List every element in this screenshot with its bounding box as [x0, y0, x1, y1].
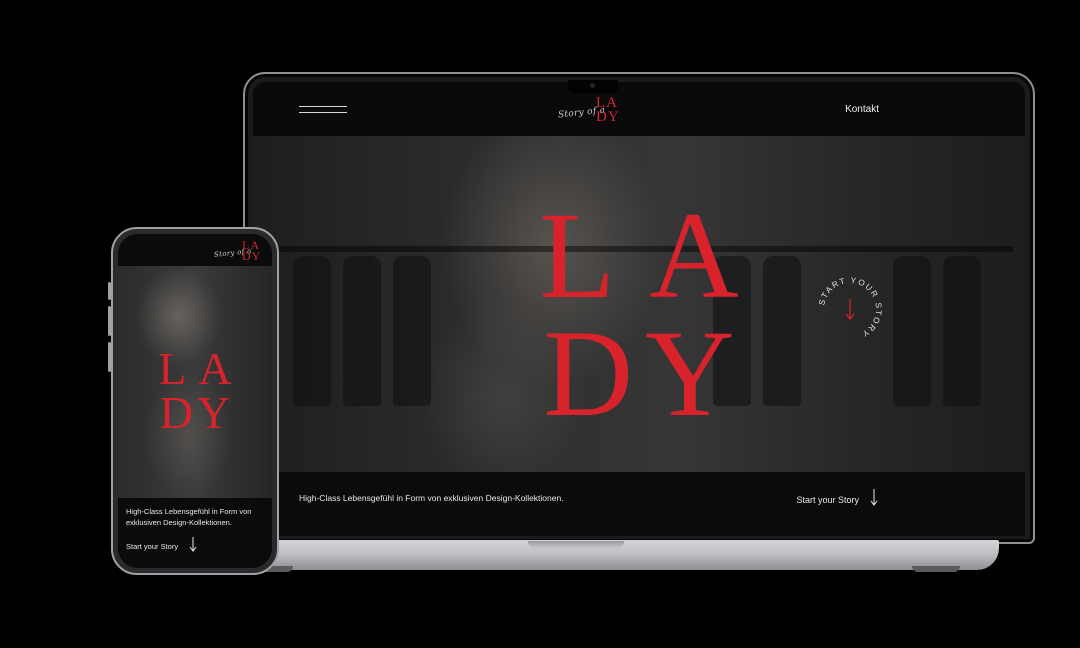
arrow-down-icon [845, 299, 855, 320]
hero-section: LA DY START YOUR STORY [253, 136, 1025, 472]
laptop-screen: Story of a LA DY Kontakt LA DY START YOU… [253, 82, 1025, 536]
mobile-site-logo[interactable]: Story of a LA DY [214, 239, 270, 266]
laptop-foot [912, 566, 960, 572]
mockup-stage: Story of a LA DY Kontakt LA DY START YOU… [0, 0, 1080, 648]
mobile-hero-title-line2: DY [159, 387, 235, 438]
hero-title-line1: LA [539, 187, 773, 324]
mobile-hero-tagline: High-Class Lebensgefühl in Form von exkl… [126, 507, 252, 527]
arrow-down-icon[interactable] [188, 536, 198, 552]
arrow-down-icon[interactable] [869, 488, 879, 506]
mobile-header: Story of a LA DY [118, 234, 272, 266]
logo-mark-line1: LA [596, 95, 618, 111]
phone-screen: Story of a LA DY LA DY High-Class Lebens… [118, 234, 272, 568]
start-story-badge[interactable]: START YOUR STORY [815, 274, 885, 344]
site-header: Story of a LA DY Kontakt [253, 82, 1025, 136]
logo-mark: LA DY [596, 95, 620, 125]
logo-mark-line2: DY [242, 249, 262, 263]
hero-tagline: High-Class Lebensgefühl in Form von exkl… [299, 493, 564, 503]
hero-footer: High-Class Lebensgefühl in Form von exkl… [253, 472, 1025, 536]
laptop-notch [568, 80, 618, 94]
nav-contact-link[interactable]: Kontakt [845, 104, 879, 115]
site-logo[interactable]: Story of a LA DY [558, 96, 638, 130]
hero-title-line2: DY [543, 305, 747, 442]
hamburger-icon[interactable] [299, 106, 347, 114]
mobile-hero-title-line1: LA [158, 343, 244, 394]
laptop-opening-groove [528, 541, 624, 548]
mobile-start-story-link[interactable]: Start your Story [126, 542, 178, 551]
start-story-link[interactable]: Start your Story [796, 495, 859, 505]
mobile-hero-footer: High-Class Lebensgefühl in Form von exkl… [118, 498, 272, 568]
mobile-hero-section: LA DY [118, 266, 272, 498]
logo-mark-line2: DY [596, 109, 620, 125]
logo-mark: LA DY [242, 239, 262, 263]
camera-icon [590, 83, 595, 88]
